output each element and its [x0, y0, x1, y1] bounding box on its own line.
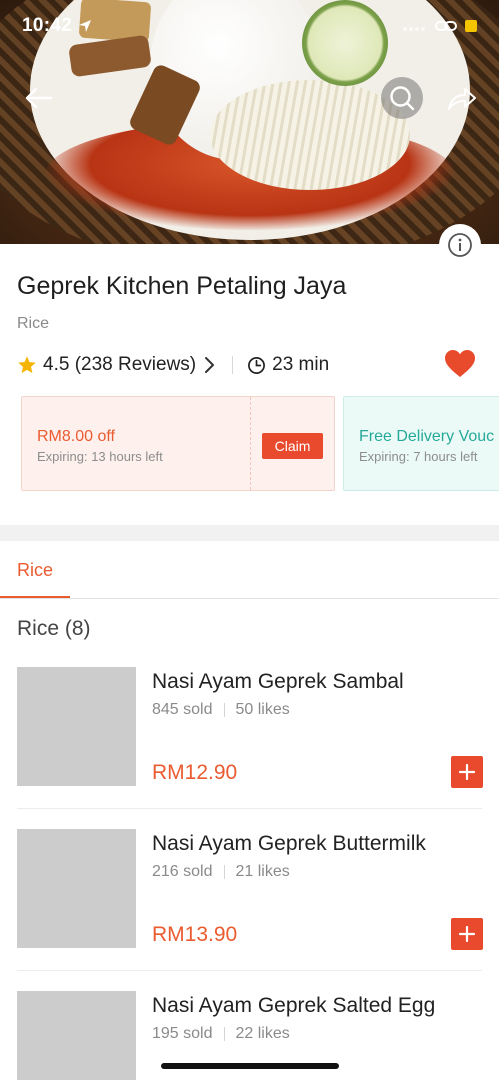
status-bar: 10:42 [22, 14, 477, 38]
menu-item-image [17, 829, 136, 948]
shop-info-button[interactable] [439, 224, 481, 266]
menu-item-name: Nasi Ayam Geprek Salted Egg [152, 994, 436, 1017]
plus-icon [459, 764, 475, 780]
delivery-time: 23 min [272, 354, 330, 375]
menu-item-price: RM13.90 [152, 923, 238, 946]
shop-category: Rice [17, 315, 50, 332]
claim-voucher-button[interactable]: Claim [262, 433, 323, 459]
sold-count: 216 sold [152, 863, 213, 880]
menu-item-name: Nasi Ayam Geprek Sambal [152, 670, 404, 693]
likes-count: 21 likes [235, 863, 290, 880]
menu-item-image [17, 991, 136, 1080]
battery-icon [465, 20, 477, 32]
menu-item-name: Nasi Ayam Geprek Buttermilk [152, 832, 426, 855]
back-button[interactable] [16, 76, 60, 120]
search-icon [390, 86, 415, 111]
favorite-heart-icon[interactable] [444, 349, 476, 379]
voucher-card-discount: RM8.00 off Expiring: 13 hours left Claim [21, 396, 335, 491]
voucher-title: Free Delivery Vouc [359, 428, 495, 445]
menu-item-stats: 216 sold 21 likes [152, 863, 290, 881]
add-to-cart-button[interactable] [451, 918, 483, 950]
info-icon [448, 233, 472, 257]
chevron-right-icon [205, 357, 215, 373]
share-icon [448, 88, 476, 110]
share-button[interactable] [440, 77, 484, 121]
likes-count: 50 likes [235, 701, 290, 718]
shop-banner-image: 10:42 [0, 0, 499, 244]
menu-item-stats: 195 sold 22 likes [152, 1025, 290, 1043]
meta-divider [232, 356, 234, 374]
plus-icon [459, 926, 475, 942]
tab-rice[interactable]: Rice [0, 555, 70, 599]
signal-icon [403, 21, 427, 31]
sold-count: 195 sold [152, 1025, 213, 1042]
home-indicator[interactable] [161, 1063, 339, 1069]
section-separator [0, 525, 499, 541]
sold-count: 845 sold [152, 701, 213, 718]
menu-item-price: RM12.90 [152, 761, 238, 784]
shop-meta-row: 4.5 (238 Reviews) 23 min [17, 352, 482, 378]
menu-section-title: Rice (8) [17, 617, 91, 640]
likes-count: 22 likes [235, 1025, 290, 1042]
search-button[interactable] [381, 77, 423, 119]
voucher-expiry: Expiring: 13 hours left [37, 449, 163, 464]
rating-reviews-link[interactable]: 4.5 (238 Reviews) [43, 354, 196, 376]
status-time: 10:42 [22, 15, 73, 36]
link-icon [435, 21, 457, 31]
voucher-expiry: Expiring: 7 hours left [359, 449, 478, 464]
add-to-cart-button[interactable] [451, 756, 483, 788]
menu-item-stats: 845 sold 50 likes [152, 701, 290, 719]
menu-item[interactable]: Nasi Ayam Geprek Buttermilk 216 sold 21 … [0, 829, 499, 991]
menu-item[interactable]: Nasi Ayam Geprek Sambal 845 sold 50 like… [0, 667, 499, 829]
location-arrow-icon [79, 20, 92, 32]
shop-name: Geprek Kitchen Petaling Jaya [17, 272, 347, 300]
tab-label: Rice [17, 560, 54, 580]
clock-icon [248, 356, 266, 374]
voucher-title: RM8.00 off [37, 428, 115, 445]
star-icon [18, 356, 36, 374]
voucher-card-free-delivery[interactable]: Free Delivery Vouc Expiring: 7 hours lef… [343, 396, 499, 491]
tab-bar-divider [0, 598, 499, 599]
menu-item-image [17, 667, 136, 786]
back-arrow-icon [25, 87, 53, 109]
